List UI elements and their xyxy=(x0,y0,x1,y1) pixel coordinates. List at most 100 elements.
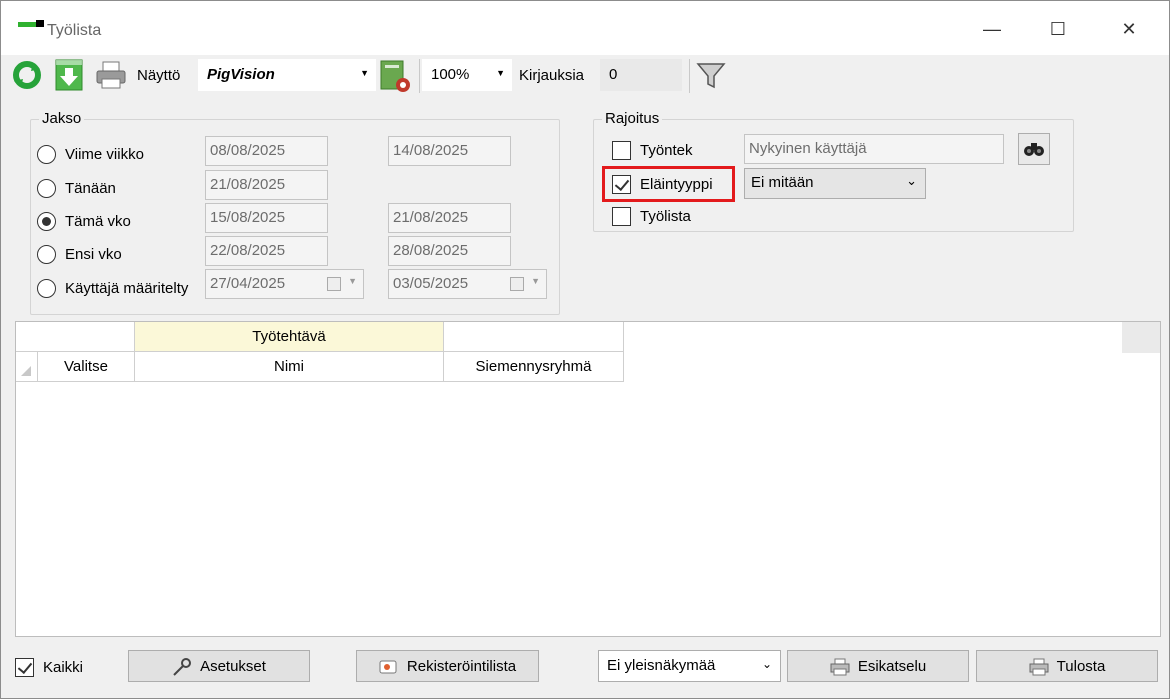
download-icon[interactable] xyxy=(53,59,85,91)
grid-row-selector-header xyxy=(16,352,38,382)
calendar-icon xyxy=(327,277,341,291)
chevron-down-icon: ▼ xyxy=(496,68,505,78)
animal-type-value: Ei mitään xyxy=(751,174,814,191)
chevron-down-icon: ▼ xyxy=(348,276,357,286)
period-option-this-week[interactable]: Tämä vko xyxy=(37,210,131,232)
worklist-grid: Työtehtävä Valitse Nimi Siemennysryhmä xyxy=(15,321,1161,637)
preview-button[interactable]: Esikatselu xyxy=(787,650,969,682)
period-option-custom[interactable]: Käyttäjä määritelty xyxy=(37,277,188,299)
period-option-next-week[interactable]: Ensi vko xyxy=(37,243,122,265)
employee-filter[interactable]: Työntek xyxy=(612,139,693,161)
all-label: Kaikki xyxy=(43,658,84,676)
view-select-value: Ei yleisnäkymää xyxy=(607,657,716,674)
employee-checkbox[interactable] xyxy=(612,140,631,160)
custom-from-value: 27/04/2025 xyxy=(210,275,286,292)
entries-label: Kirjauksia xyxy=(519,67,585,84)
next-week-to-field: 28/08/2025 xyxy=(388,236,511,266)
period-option-label: Viime viikko xyxy=(65,145,144,163)
grid-header-filler xyxy=(1122,322,1160,353)
binoculars-button[interactable] xyxy=(1018,133,1050,165)
grid-corner-top xyxy=(16,322,135,352)
column-header-name[interactable]: Nimi xyxy=(135,352,444,382)
chevron-down-icon: ▼ xyxy=(360,68,369,78)
close-button[interactable]: ✕ xyxy=(1106,11,1152,47)
registration-icon xyxy=(379,658,399,674)
refresh-icon[interactable] xyxy=(11,59,43,91)
chevron-down-icon: ▼ xyxy=(531,276,540,286)
entries-count-value: 0 xyxy=(609,66,618,83)
period-option-label: Käyttäjä määritelty xyxy=(65,279,189,297)
grid-group-header: Työtehtävä xyxy=(135,322,444,352)
registration-button-label: Rekisteröintilista xyxy=(406,657,517,675)
minimize-button[interactable]: — xyxy=(969,11,1015,47)
display-label: Näyttö xyxy=(137,67,181,84)
radio-button-checked[interactable] xyxy=(37,211,56,231)
wrench-icon xyxy=(172,658,192,676)
last-week-from-field: 08/08/2025 xyxy=(205,136,328,166)
grid-group-header-empty xyxy=(444,322,624,352)
radio-button[interactable] xyxy=(37,278,56,298)
display-select-value: PigVision xyxy=(207,66,275,83)
window-title: Työlista xyxy=(47,22,102,39)
toolbar-divider xyxy=(689,59,690,93)
radio-button[interactable] xyxy=(37,144,56,164)
radio-button[interactable] xyxy=(37,178,56,198)
app-logo-icon xyxy=(18,20,44,28)
column-header-insemination-group[interactable]: Siemennysryhmä xyxy=(444,352,624,382)
column-header-select[interactable]: Valitse xyxy=(38,352,135,382)
next-week-from-field: 22/08/2025 xyxy=(205,236,328,266)
period-group-title: Jakso xyxy=(39,110,85,127)
period-option-label: Tämä vko xyxy=(65,212,131,230)
period-option-label: Tänään xyxy=(65,179,116,197)
settings-button[interactable]: Asetukset xyxy=(128,650,310,682)
this-week-to-field: 21/08/2025 xyxy=(388,203,511,233)
printer-icon[interactable] xyxy=(95,59,127,91)
today-date-field: 21/08/2025 xyxy=(205,170,328,200)
view-select[interactable]: Ei yleisnäkymää ⌄ xyxy=(598,650,781,682)
animal-type-checkbox[interactable] xyxy=(612,174,631,194)
period-option-last-week[interactable]: Viime viikko xyxy=(37,143,144,165)
this-week-from-field: 15/08/2025 xyxy=(205,203,328,233)
report-settings-icon[interactable] xyxy=(379,59,411,92)
period-option-today[interactable]: Tänään xyxy=(37,177,116,199)
custom-to-date-picker[interactable]: 03/05/2025 ▼ xyxy=(388,269,547,299)
registration-list-button[interactable]: Rekisteröintilista xyxy=(356,650,539,682)
animal-type-select[interactable]: Ei mitään ⌄ xyxy=(744,168,926,199)
toolbar: Näyttö PigVision ▼ 100% ▼ Kirjauksia 0 xyxy=(1,55,1169,95)
printer-icon xyxy=(1029,658,1049,676)
zoom-select[interactable]: 100% ▼ xyxy=(422,59,512,91)
animal-type-label: Eläintyyppi xyxy=(640,175,713,193)
binoculars-icon xyxy=(1024,143,1044,156)
chevron-down-icon: ⌄ xyxy=(906,173,917,188)
calendar-icon xyxy=(510,277,524,291)
toolbar-divider xyxy=(419,59,420,93)
funnel-icon[interactable] xyxy=(695,59,727,91)
worklist-checkbox[interactable] xyxy=(612,206,631,226)
custom-from-date-picker[interactable]: 27/04/2025 ▼ xyxy=(205,269,364,299)
display-select[interactable]: PigVision ▼ xyxy=(198,59,376,91)
title-bar: Työlista — ☐ ✕ xyxy=(1,1,1169,55)
period-option-label: Ensi vko xyxy=(65,245,122,263)
print-button[interactable]: Tulosta xyxy=(976,650,1158,682)
employee-label: Työntek xyxy=(640,141,693,159)
restriction-group-title: Rajoitus xyxy=(602,110,663,127)
preview-button-label: Esikatselu xyxy=(857,657,927,675)
grid-body xyxy=(16,382,1160,636)
worklist-label: Työlista xyxy=(640,207,691,225)
settings-button-label: Asetukset xyxy=(200,657,266,675)
all-filter[interactable]: Kaikki xyxy=(15,656,83,678)
entries-count: 0 xyxy=(600,59,682,91)
maximize-button[interactable]: ☐ xyxy=(1035,11,1081,47)
sort-corner-icon xyxy=(21,366,31,376)
last-week-to-field: 14/08/2025 xyxy=(388,136,511,166)
zoom-select-value: 100% xyxy=(431,66,470,83)
print-button-label: Tulosta xyxy=(1056,657,1106,675)
worklist-window: Työlista — ☐ ✕ Näyttö PigVision ▼ 100% ▼… xyxy=(0,0,1170,699)
worklist-filter[interactable]: Työlista xyxy=(612,205,691,227)
chevron-down-icon: ⌄ xyxy=(761,657,772,671)
employee-field: Nykyinen käyttäjä xyxy=(744,134,1004,164)
radio-button[interactable] xyxy=(37,244,56,264)
all-checkbox[interactable] xyxy=(15,657,34,677)
animal-type-filter[interactable]: Eläintyyppi xyxy=(612,173,713,195)
custom-to-value: 03/05/2025 xyxy=(393,275,469,292)
